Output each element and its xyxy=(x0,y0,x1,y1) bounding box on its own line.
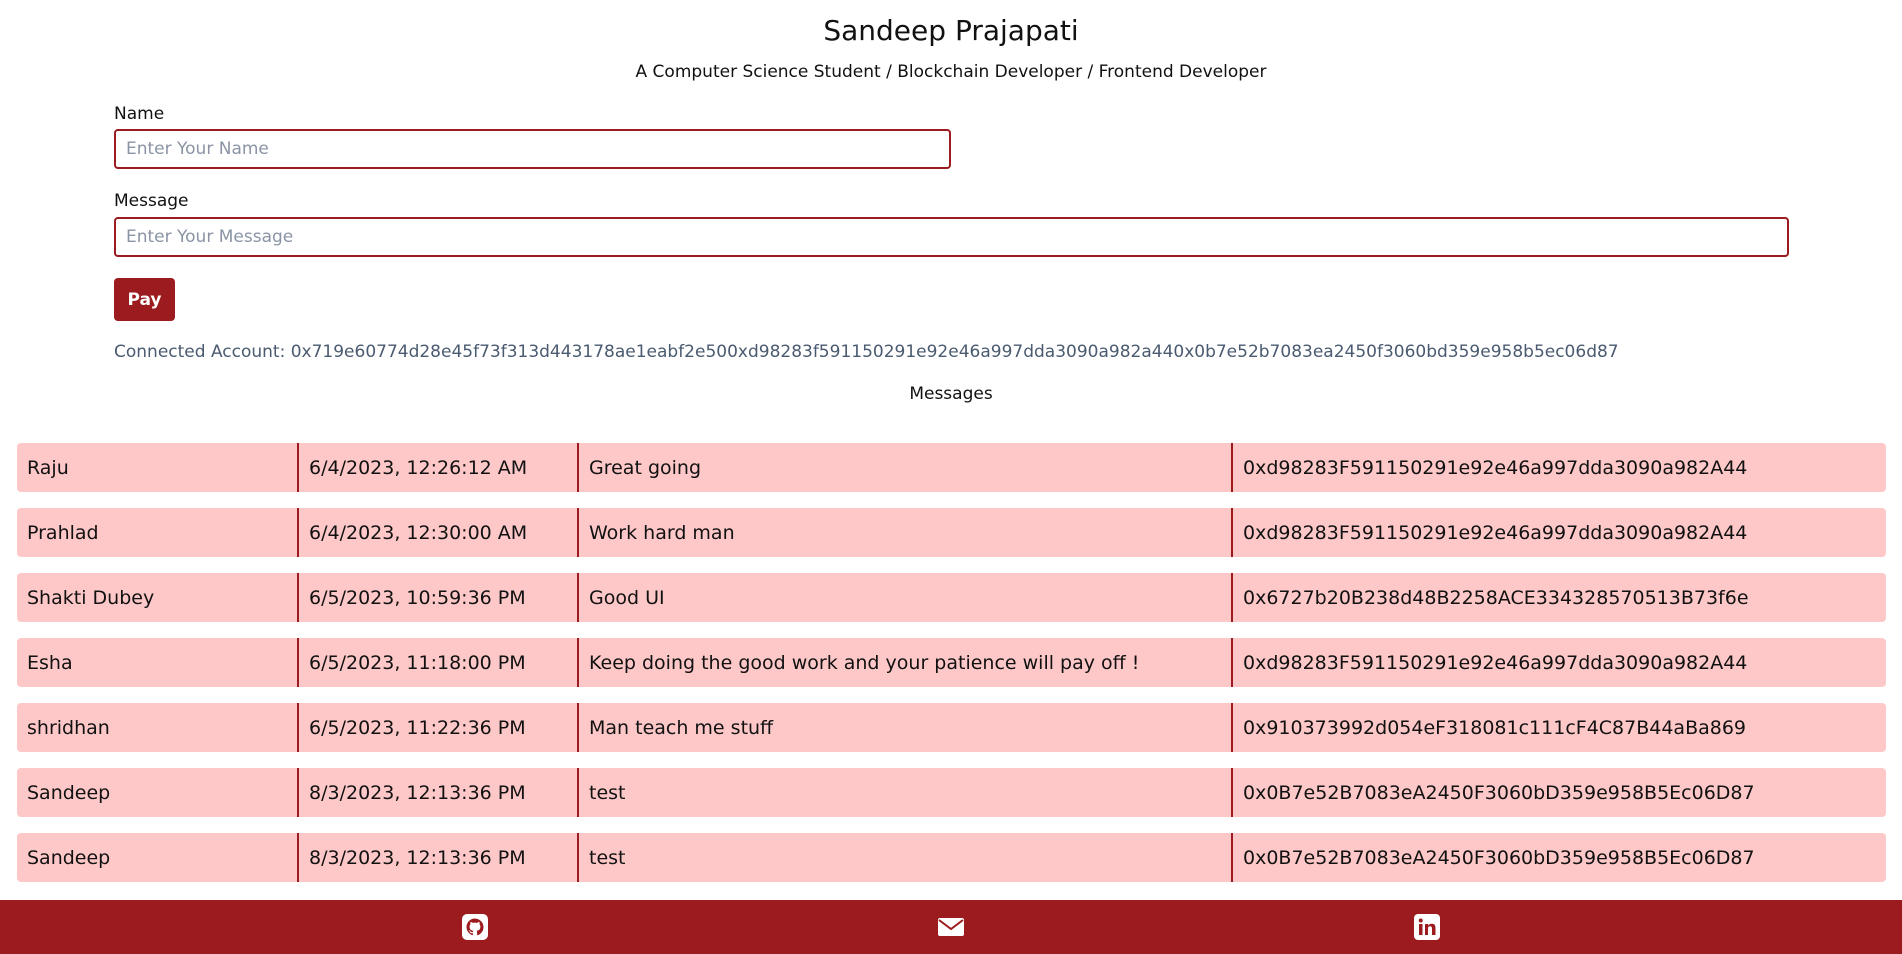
message-address: 0xd98283F591150291e92e46a997dda3090a982A… xyxy=(1231,508,1886,557)
message-sender: Raju xyxy=(27,456,69,479)
message-label: Message xyxy=(114,191,189,211)
message-row: Shakti Dubey 6/5/2023, 10:59:36 PM Good UI… xyxy=(17,573,1886,622)
message-text: Keep doing the good work and your patien… xyxy=(577,638,1231,687)
message-address: 0x910373992d054eF318081c111cF4C87B44aBa8… xyxy=(1231,703,1886,752)
message-sender: shridhan xyxy=(27,716,110,739)
github-icon[interactable] xyxy=(461,913,489,941)
footer xyxy=(0,900,1902,954)
message-row: Prahlad 6/4/2023, 12:30:00 AM Work hard ma… xyxy=(17,508,1886,557)
message-address: 0xd98283F591150291e92e46a997dda3090a982A… xyxy=(1231,443,1886,492)
message-text: test xyxy=(577,768,1231,817)
mail-icon[interactable] xyxy=(937,913,965,941)
message-timestamp: 6/5/2023, 11:22:36 PM xyxy=(297,703,577,752)
message-row: Raju 6/4/2023, 12:26:12 AM Great going 0xd9… xyxy=(17,443,1886,492)
message-address: 0x0B7e52B7083eA2450F3060bD359e958B5Ec06D… xyxy=(1231,833,1886,882)
message-timestamp: 6/5/2023, 10:59:36 PM xyxy=(297,573,577,622)
message-sender: Esha xyxy=(27,651,73,674)
pay-button[interactable]: Pay xyxy=(114,278,175,321)
message-input[interactable] xyxy=(114,217,1789,257)
connected-account: Connected Account: 0x719e60774d28e45f73f… xyxy=(114,342,1619,362)
message-text: Work hard man xyxy=(577,508,1231,557)
message-timestamp: 6/4/2023, 12:26:12 AM xyxy=(297,443,577,492)
message-text: Man teach me stuff xyxy=(577,703,1231,752)
page: Sandeep Prajapati A Computer Science Stu… xyxy=(0,0,1902,954)
message-address: 0x0B7e52B7083eA2450F3060bD359e958B5Ec06D… xyxy=(1231,768,1886,817)
message-row: Esha 6/5/2023, 11:18:00 PM Keep doing the … xyxy=(17,638,1886,687)
message-address: 0x6727b20B238d48B2258ACE334328570513B73f… xyxy=(1231,573,1886,622)
message-row: Sandeep 8/3/2023, 12:13:36 PM test 0x0B7e52… xyxy=(17,768,1886,817)
message-sender: Sandeep xyxy=(27,781,111,804)
message-row: Sandeep 8/3/2023, 12:13:36 PM test 0x0B7e52… xyxy=(17,833,1886,882)
linkedin-icon[interactable] xyxy=(1413,913,1441,941)
message-sender: Shakti Dubey xyxy=(27,586,155,609)
message-address: 0xd98283F591150291e92e46a997dda3090a982A… xyxy=(1231,638,1886,687)
name-label: Name xyxy=(114,104,165,124)
message-timestamp: 6/5/2023, 11:18:00 PM xyxy=(297,638,577,687)
message-timestamp: 8/3/2023, 12:13:36 PM xyxy=(297,833,577,882)
page-subtitle: A Computer Science Student / Blockchain … xyxy=(635,62,1267,82)
page-title: Sandeep Prajapati xyxy=(823,14,1079,47)
message-row: shridhan 6/5/2023, 11:22:36 PM Man teach m… xyxy=(17,703,1886,752)
message-sender: Prahlad xyxy=(27,521,99,544)
messages-list: Raju 6/4/2023, 12:26:12 AM Great going 0xd9… xyxy=(17,443,1886,898)
messages-heading: Messages xyxy=(909,384,993,404)
message-timestamp: 8/3/2023, 12:13:36 PM xyxy=(297,768,577,817)
message-text: test xyxy=(577,833,1231,882)
message-timestamp: 6/4/2023, 12:30:00 AM xyxy=(297,508,577,557)
name-input[interactable] xyxy=(114,129,951,169)
message-text: Great going xyxy=(577,443,1231,492)
message-sender: Sandeep xyxy=(27,846,111,869)
message-text: Good UI xyxy=(577,573,1231,622)
